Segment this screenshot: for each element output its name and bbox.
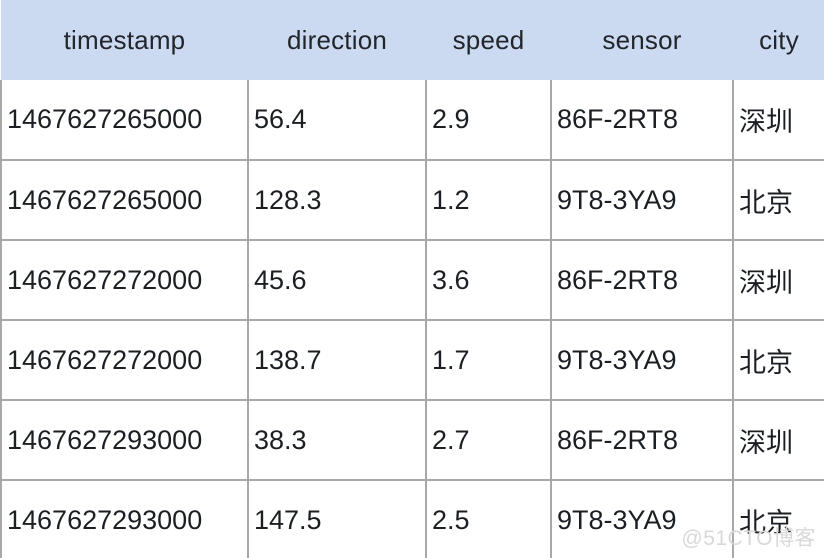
cell-sensor: 9T8-3YA9 xyxy=(551,160,734,241)
cell-speed: 2.7 xyxy=(426,400,552,481)
cell-speed: 1.7 xyxy=(426,320,552,401)
table-row[interactable]: 1467627293000 38.3 2.7 86F-2RT8 深圳 xyxy=(0,400,824,481)
cell-direction: 128.3 xyxy=(248,160,427,241)
table-header-row: timestamp direction speed sensor city xyxy=(1,0,824,80)
table-row[interactable]: 1467627265000 56.4 2.9 86F-2RT8 深圳 xyxy=(0,80,824,161)
table-row[interactable]: 1467627272000 138.7 1.7 9T8-3YA9 北京 xyxy=(0,320,824,401)
cell-sensor: 86F-2RT8 xyxy=(551,400,734,481)
cell-city: 深圳 xyxy=(733,240,824,321)
cell-city: 深圳 xyxy=(733,400,824,481)
cell-city: 北京 xyxy=(733,160,824,241)
cell-sensor: 86F-2RT8 xyxy=(551,80,734,161)
cell-city: 深圳 xyxy=(733,80,824,161)
cell-speed: 3.6 xyxy=(426,240,552,321)
table-viewport: timestamp direction speed sensor city 14… xyxy=(0,0,824,558)
cell-direction: 138.7 xyxy=(248,320,427,401)
cell-speed: 2.5 xyxy=(426,480,552,558)
cell-timestamp: 1467627293000 xyxy=(0,400,249,481)
cell-direction: 38.3 xyxy=(248,400,427,481)
table-body: 1467627265000 56.4 2.9 86F-2RT8 深圳 1467627265… xyxy=(0,80,824,558)
cell-direction: 45.6 xyxy=(248,240,427,321)
cell-city: 北京 xyxy=(733,320,824,401)
column-header-timestamp[interactable]: timestamp xyxy=(1,0,248,80)
cell-direction: 56.4 xyxy=(248,80,427,161)
cell-sensor: 86F-2RT8 xyxy=(551,240,734,321)
table-row[interactable]: 1467627265000 128.3 1.2 9T8-3YA9 北京 xyxy=(0,160,824,241)
cell-speed: 2.9 xyxy=(426,80,552,161)
table-row[interactable]: 1467627293000 147.5 2.5 9T8-3YA9 北京 xyxy=(0,480,824,558)
column-header-direction[interactable]: direction xyxy=(248,0,426,80)
sensor-data-table: timestamp direction speed sensor city 14… xyxy=(0,0,824,558)
column-header-city[interactable]: city xyxy=(733,0,824,80)
cell-timestamp: 1467627272000 xyxy=(0,240,249,321)
cell-direction: 147.5 xyxy=(248,480,427,558)
cell-timestamp: 1467627272000 xyxy=(0,320,249,401)
cell-sensor: 9T8-3YA9 xyxy=(551,480,734,558)
cell-speed: 1.2 xyxy=(426,160,552,241)
column-header-sensor[interactable]: sensor xyxy=(551,0,733,80)
cell-timestamp: 1467627265000 xyxy=(0,80,249,161)
cell-sensor: 9T8-3YA9 xyxy=(551,320,734,401)
cell-city: 北京 xyxy=(733,480,824,558)
table-header: timestamp direction speed sensor city xyxy=(1,0,824,80)
cell-timestamp: 1467627265000 xyxy=(0,160,249,241)
cell-timestamp: 1467627293000 xyxy=(0,480,249,558)
table-row[interactable]: 1467627272000 45.6 3.6 86F-2RT8 深圳 xyxy=(0,240,824,321)
column-header-speed[interactable]: speed xyxy=(426,0,551,80)
